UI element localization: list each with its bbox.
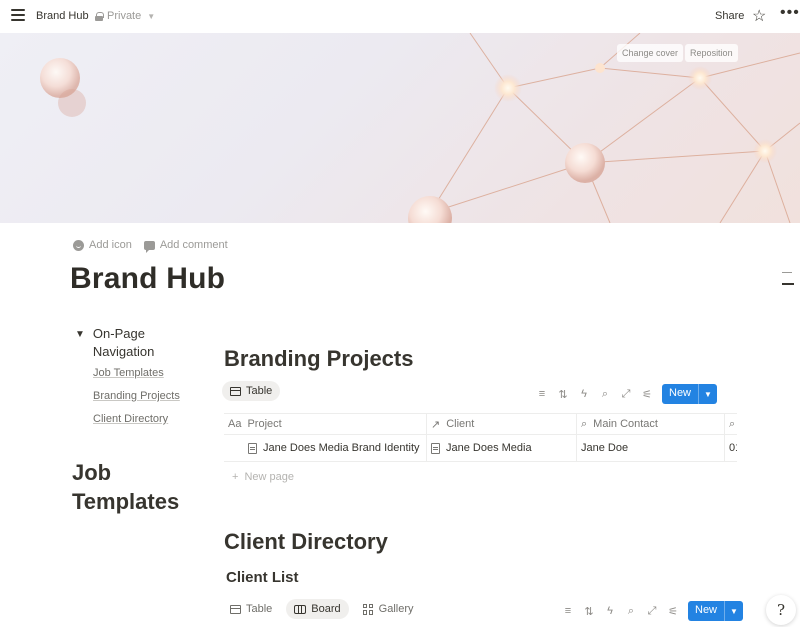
breadcrumb-title[interactable]: Brand Hub [36, 10, 89, 22]
toggle-triangle-icon[interactable]: ▼ [75, 326, 85, 361]
sort-icon[interactable]: ⇅ [583, 605, 595, 618]
column-label: Project [247, 418, 282, 430]
navigation-links: Job Templates Branding Projects Client D… [93, 366, 180, 435]
expand-icon[interactable]: ⤢ [646, 605, 658, 618]
project-name: Jane Does Media Brand Identity [263, 442, 420, 454]
chevron-down-icon[interactable]: ▼ [698, 384, 717, 404]
plus-icon: + [232, 471, 239, 483]
contact-name: Jane Doe [581, 442, 629, 454]
new-button-label: New [695, 604, 718, 616]
tab-label: Table [246, 603, 273, 615]
toggle-label: On-Page Navigation [92, 326, 155, 359]
chevron-down-icon: ▼ [147, 11, 156, 21]
column-label: Main Contact [593, 418, 658, 430]
tab-label: Gallery [378, 603, 414, 615]
settings-icon[interactable]: ⚟ [667, 605, 679, 618]
sort-icon[interactable]: ⇅ [557, 388, 569, 401]
client-list-heading: Client List [226, 569, 299, 586]
cell-client[interactable]: Jane Does Media [427, 435, 577, 461]
automation-icon[interactable]: ϟ [578, 388, 590, 400]
nav-link-client-directory[interactable]: Client Directory [93, 412, 180, 426]
menu-icon[interactable] [10, 9, 26, 23]
expand-icon[interactable]: ⤢ [620, 388, 632, 401]
tab-label: Board [311, 603, 341, 615]
search-icon[interactable]: ⌕ [625, 605, 637, 618]
automation-icon[interactable]: ϟ [604, 605, 616, 617]
filter-icon[interactable]: ≡ [562, 605, 574, 617]
text-property-icon: Aa [228, 418, 242, 430]
reposition-button[interactable]: Reposition [685, 44, 738, 62]
directory-new-button[interactable]: New ▼ [688, 601, 743, 621]
add-comment-label: Add comment [159, 239, 228, 251]
table-header-row: Aa Project ↗ Client ⌕ Main Contact ⌕ [224, 413, 737, 435]
on-page-navigation-toggle[interactable]: ▼ On-Page Navigation [75, 325, 185, 361]
top-bar: Brand Hub Private ▼ Share ☆ ••• [0, 0, 800, 33]
tab-table[interactable]: Table [222, 381, 281, 401]
extra-value: 01 [729, 442, 737, 454]
rollup-search-icon: ⌕ [729, 417, 736, 430]
tab-table-label: Table [246, 385, 273, 397]
rollup-search-icon: ⌕ [581, 417, 588, 430]
search-icon[interactable]: ⌕ [599, 388, 611, 401]
tab-gallery[interactable]: Gallery [355, 599, 422, 619]
branding-projects-heading: Branding Projects [224, 346, 414, 371]
client-directory-heading: Client Directory [224, 529, 388, 554]
cover-actions: Change cover Reposition [617, 44, 738, 62]
directory-view-tabs: Table Board Gallery [222, 599, 422, 619]
column-header-main-contact[interactable]: ⌕ Main Contact [577, 414, 725, 434]
add-icon-label: Add icon [89, 239, 132, 251]
add-icon-button[interactable]: Add icon [73, 239, 132, 251]
column-header-project[interactable]: Aa Project [224, 414, 427, 434]
job-templates-heading: Job Templates [72, 460, 180, 514]
change-cover-button[interactable]: Change cover [617, 44, 684, 62]
page-title[interactable]: Brand Hub [70, 262, 225, 296]
share-button[interactable]: Share [715, 10, 744, 22]
settings-icon[interactable]: ⚟ [641, 388, 653, 401]
column-header-client[interactable]: ↗ Client [427, 414, 577, 434]
new-page-button[interactable]: + New page [232, 471, 294, 483]
outline-marker[interactable] [782, 272, 794, 292]
smile-icon [73, 239, 84, 251]
chevron-down-icon[interactable]: ▼ [724, 601, 743, 621]
lock-icon [95, 11, 104, 21]
help-assistant-icon[interactable]: ? [766, 595, 796, 625]
cover-image: Change cover Reposition [0, 33, 800, 223]
client-name: Jane Does Media [446, 442, 532, 454]
new-button-label: New [669, 387, 692, 399]
privacy-badge[interactable]: Private ▼ [95, 10, 155, 22]
branding-view-tabs: Table [222, 381, 281, 401]
branding-projects-table: Aa Project ↗ Client ⌕ Main Contact ⌕ Jan… [224, 413, 737, 462]
nav-link-branding-projects[interactable]: Branding Projects [93, 389, 180, 403]
more-options-icon[interactable]: ••• [780, 4, 800, 22]
tab-table[interactable]: Table [222, 599, 280, 619]
table-row[interactable]: Jane Does Media Brand Identity Jane Does… [224, 435, 737, 462]
new-page-label: New page [244, 471, 294, 483]
branding-new-button[interactable]: New ▼ [662, 384, 717, 404]
gallery-icon [362, 603, 374, 615]
filter-icon[interactable]: ≡ [536, 388, 548, 400]
tab-board[interactable]: Board [286, 599, 349, 619]
cell-main-contact[interactable]: Jane Doe [577, 435, 725, 461]
comment-icon [143, 240, 155, 253]
table-icon [230, 604, 241, 614]
page-controls: Add icon Add comment [73, 239, 228, 253]
column-header-extra[interactable]: ⌕ [725, 414, 737, 434]
privacy-label: Private [107, 10, 142, 22]
page-icon [431, 442, 440, 454]
nav-link-job-templates[interactable]: Job Templates [93, 366, 180, 380]
cell-extra[interactable]: 01 [725, 435, 737, 461]
column-label: Client [446, 418, 475, 430]
relation-icon: ↗ [431, 418, 441, 431]
page-icon [248, 442, 257, 454]
star-icon[interactable]: ☆ [752, 6, 766, 26]
table-icon [230, 386, 241, 396]
branding-toolbar: ≡ ⇅ ϟ ⌕ ⤢ ⚟ New ▼ [536, 384, 717, 404]
directory-toolbar: ≡ ⇅ ϟ ⌕ ⤢ ⚟ New ▼ [562, 601, 743, 621]
cell-project[interactable]: Jane Does Media Brand Identity [224, 435, 427, 461]
add-comment-button[interactable]: Add comment [143, 239, 228, 253]
board-icon [294, 604, 307, 614]
